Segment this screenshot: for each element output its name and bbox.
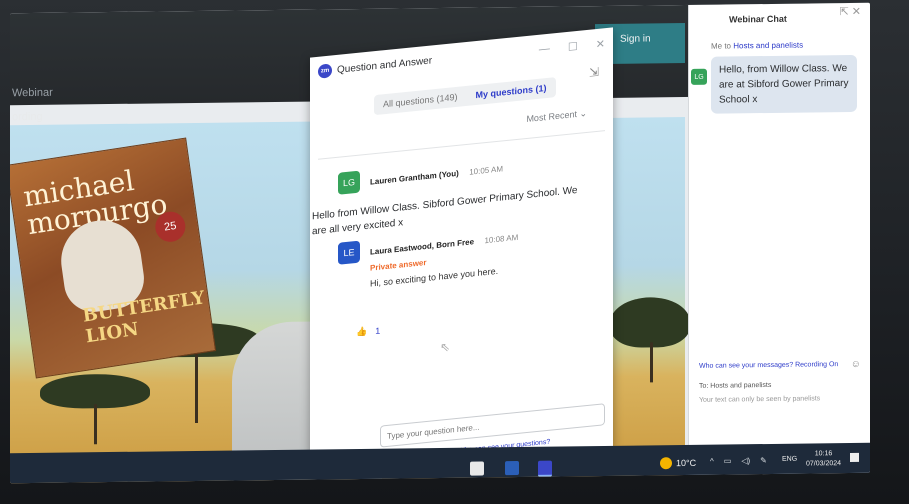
avatar: LG [338,170,360,195]
clock-date: 07/03/2024 [806,460,842,468]
clock[interactable]: 10:16 07/03/2024 [806,449,841,469]
qa-title: Question and Answer [337,54,433,76]
word-icon[interactable] [505,461,519,476]
chat-sender: Me to [711,41,732,51]
zoom-app-icon[interactable] [538,460,552,477]
window-controls: — ☐ ✕ [539,37,605,57]
system-tray[interactable]: ^ ▭ ◁) ✎ [710,456,767,466]
sun-icon [660,457,672,470]
chat-input-placeholder[interactable]: Your text can only be seen by panelists [699,395,820,403]
volume-icon[interactable]: ◁) [741,456,750,465]
mouse-cursor-icon: ⇖ [440,339,451,355]
thumbs-up-icon: 👍 [356,325,368,338]
answer-author: Laura Eastwood, Born Free [370,237,475,257]
maximize-icon[interactable]: ☐ [568,39,578,53]
file-explorer-icon[interactable] [470,461,484,476]
chat-message: Hello, from Willow Class. We are at Sibf… [711,54,857,114]
tree-trunk [94,404,97,445]
close-icon[interactable]: ✕ [596,37,605,51]
weather-widget[interactable]: 10°C [660,457,697,470]
chat-message-meta: Me to Hosts and panelists [711,41,803,51]
qa-window: zm Question and Answer — ☐ ✕ ⇲ All quest… [310,27,613,478]
recording-label: ording [12,110,43,124]
pen-icon[interactable]: ✎ [760,456,767,465]
battery-icon[interactable]: ▭ [724,456,732,465]
question-item: LG Lauren Grantham (You) 10:05 AM Hello … [312,147,593,291]
temperature: 10°C [676,457,697,469]
like-button[interactable]: 👍 1 [356,325,380,338]
avatar: LE [338,240,360,265]
question-time: 10:05 AM [469,164,504,177]
tree [610,296,690,348]
chat-window-controls[interactable]: ⇱ ✕ [840,5,862,18]
popout-icon[interactable]: ⇲ [589,65,599,80]
window-title: Webinar [12,86,53,100]
language-indicator[interactable]: ENG [782,456,797,463]
sort-dropdown[interactable]: Most Recent ⌄ [526,108,587,125]
question-author: Lauren Grantham (You) [370,168,459,187]
chat-title: Webinar Chat [729,13,787,25]
laptop-screen: Webinar Sign in ording michael morpurgo … [10,2,870,484]
tree-trunk [650,342,653,383]
minimize-icon[interactable]: — [539,42,550,56]
zoom-logo-icon: zm [318,63,332,79]
tab-all-questions[interactable]: All questions (149) [374,85,467,116]
answer-time: 10:08 AM [484,232,519,246]
chevron-up-icon[interactable]: ^ [710,457,714,466]
like-count: 1 [375,325,381,336]
tab-my-questions[interactable]: My questions (1) [466,77,556,106]
sign-in-button[interactable]: Sign in [620,33,651,44]
emoji-icon[interactable]: ☺ [851,359,861,370]
who-can-see-messages-link[interactable]: Who can see your messages? Recording On [699,361,838,370]
avatar: LG [691,68,707,85]
tree-trunk [195,352,198,423]
question-input[interactable] [380,403,605,448]
book-cover: michael morpurgo 25 BUTTERFLY LION [10,137,217,379]
webinar-chat-panel: Webinar Chat ⇱ ✕ Me to Hosts and panelis… [688,2,870,475]
chat-recipient: Hosts and panelists [733,40,804,51]
notification-icon[interactable] [850,452,859,462]
clock-time: 10:16 [814,450,833,458]
chat-to-select[interactable]: To: Hosts and panelists [699,382,771,390]
